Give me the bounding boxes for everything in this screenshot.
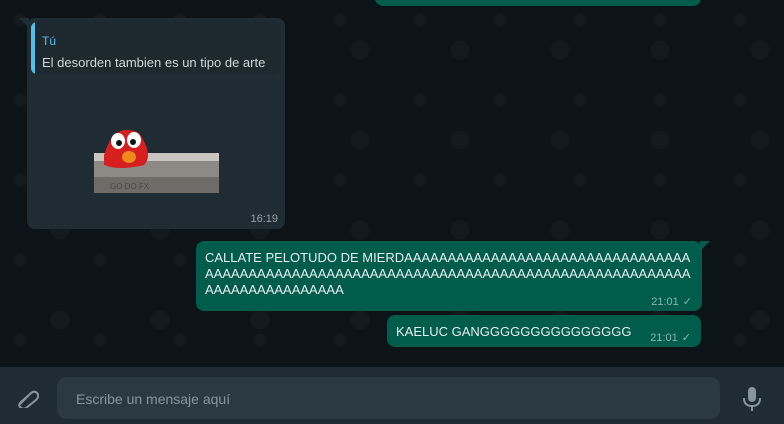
message-text: KAELUC GANGGGGGGGGGGGGGGG	[396, 324, 632, 339]
quoted-message[interactable]: Tú El desorden tambien es un tipo de art…	[31, 22, 281, 74]
elmo-sticker[interactable]: GO DO FX	[94, 125, 219, 193]
svg-text:GO DO FX: GO DO FX	[110, 182, 150, 191]
check-icon: ✓	[681, 332, 691, 344]
message-time: 16:19	[250, 213, 278, 225]
message-input-box[interactable]	[57, 377, 720, 421]
message-time: 21:01	[651, 295, 679, 308]
outgoing-message[interactable]: KAELUC GANGGGGGGGGGGGGGGG 21:01 ✓	[387, 315, 701, 347]
message-bubble-partial[interactable]	[375, 0, 701, 6]
chat-area[interactable]: Tú El desorden tambien es un tipo de art…	[0, 0, 784, 367]
message-meta: 21:01 ✓	[651, 295, 692, 309]
message-text: CALLATE PELOTUDO DE MIERDAAAAAAAAAAAAAAA…	[205, 250, 691, 297]
message-meta: 21:01 ✓	[650, 331, 691, 345]
check-icon: ✓	[682, 296, 692, 308]
paperclip-icon[interactable]	[15, 388, 40, 410]
outgoing-message[interactable]: CALLATE PELOTUDO DE MIERDAAAAAAAAAAAAAAA…	[196, 241, 702, 311]
quote-text: El desorden tambien es un tipo de arte	[42, 55, 266, 70]
microphone-icon[interactable]	[741, 386, 763, 412]
message-input[interactable]	[74, 377, 708, 421]
message-time: 21:01	[650, 331, 678, 344]
quote-accent-bar	[31, 22, 35, 74]
incoming-message[interactable]: Tú El desorden tambien es un tipo de art…	[27, 18, 285, 229]
quote-author: Tú	[42, 34, 57, 48]
